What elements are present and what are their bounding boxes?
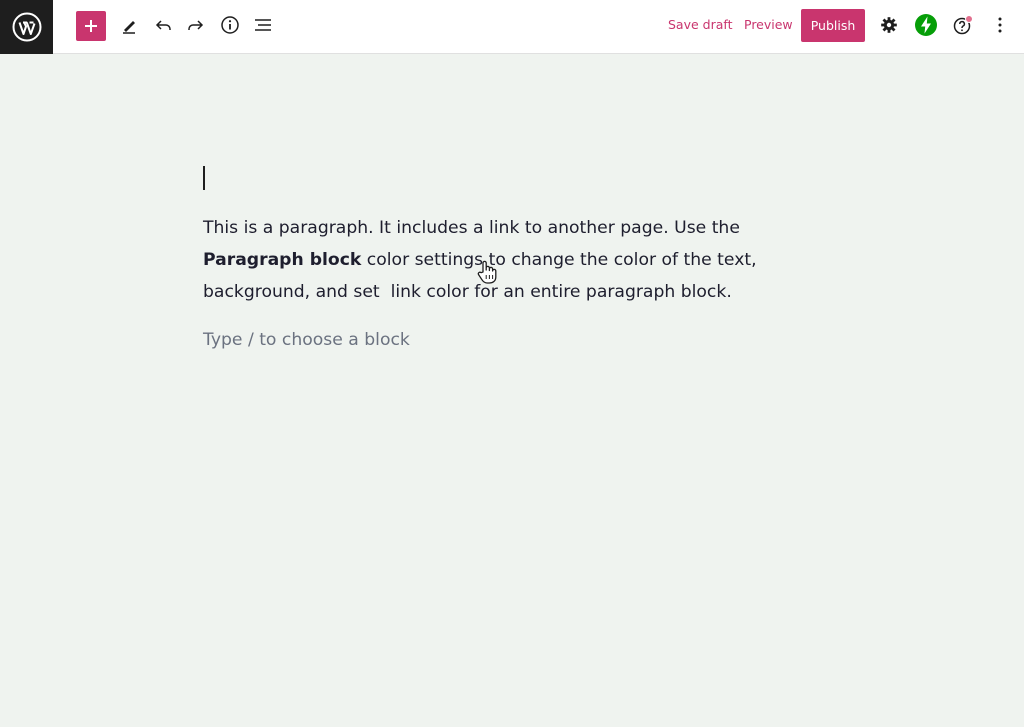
publish-button[interactable]: Publish bbox=[801, 9, 865, 42]
edit-tool-icon bbox=[123, 21, 135, 34]
wordpress-logo-icon[interactable] bbox=[0, 0, 53, 54]
gear-icon bbox=[881, 17, 897, 33]
list-view-icon bbox=[255, 19, 271, 31]
editor-canvas[interactable] bbox=[0, 54, 1024, 727]
paragraph-bold-text: Paragraph block bbox=[203, 250, 362, 270]
info-icon bbox=[221, 16, 239, 34]
paragraph-line-3: background, and set link color for an en… bbox=[203, 282, 732, 302]
help-icon bbox=[953, 15, 973, 35]
jetpack-button[interactable] bbox=[910, 9, 942, 41]
editor-header: Save draft Preview Publish bbox=[0, 0, 1024, 54]
title-text-cursor[interactable] bbox=[203, 166, 205, 190]
paragraph-line-1: This is a paragraph. It includes a link … bbox=[203, 218, 740, 238]
redo-icon bbox=[188, 20, 204, 30]
details-button[interactable] bbox=[214, 9, 246, 41]
more-vertical-icon bbox=[998, 17, 1002, 33]
undo-button[interactable] bbox=[147, 9, 179, 41]
block-inserter-button[interactable] bbox=[76, 11, 106, 41]
more-options-button[interactable] bbox=[984, 9, 1016, 41]
block-appender-placeholder[interactable]: Type / to choose a block bbox=[203, 330, 410, 350]
jetpack-icon bbox=[915, 14, 937, 36]
list-view-button[interactable] bbox=[247, 9, 279, 41]
paragraph-line-2: color settings to change the color of th… bbox=[361, 250, 757, 270]
help-button[interactable] bbox=[947, 9, 979, 41]
tools-button[interactable] bbox=[113, 9, 145, 41]
plus-icon bbox=[85, 20, 97, 32]
redo-button[interactable] bbox=[180, 9, 212, 41]
undo-icon bbox=[155, 20, 171, 30]
hand-cursor-icon bbox=[477, 260, 497, 284]
preview-button[interactable]: Preview bbox=[744, 17, 793, 32]
save-draft-button[interactable]: Save draft bbox=[668, 17, 732, 32]
settings-button[interactable] bbox=[873, 9, 905, 41]
